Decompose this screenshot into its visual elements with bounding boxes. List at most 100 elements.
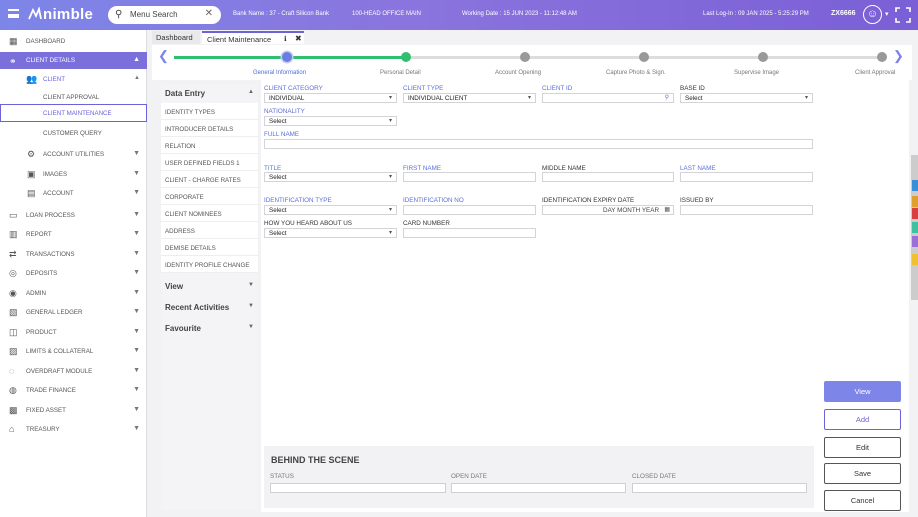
last-name-input[interactable] [680, 172, 813, 182]
sidebar-item-report[interactable]: ▥ REPORT ▼ [0, 225, 147, 244]
menu-icon[interactable] [8, 9, 19, 18]
user-code[interactable]: ZX6666 [831, 10, 856, 17]
panel-item-demise-details[interactable]: DEMISE DETAILS [161, 239, 258, 256]
data-entry-header[interactable]: Data Entry ▲ [161, 84, 258, 102]
side-tab-yellow[interactable] [912, 254, 918, 265]
sidebar-item-trade-finance[interactable]: ◍ TRADE FINANCE ▼ [0, 381, 147, 400]
title-select[interactable]: Select ▾ [264, 172, 397, 182]
sidebar-item-account-utilities[interactable]: ⚙ ACCOUNT UTILITIES ▼ [0, 145, 147, 164]
step-label[interactable]: Supervise Image [734, 70, 779, 76]
sidebar-item-account[interactable]: ▤ ACCOUNT ▼ [0, 184, 147, 203]
step-dot-personal-detail[interactable] [401, 52, 411, 62]
client-category-select[interactable]: INDIVIDUAL ▾ [264, 93, 397, 103]
sidebar-item-label: LIMITS & COLLATERAL [26, 348, 94, 355]
sidebar-item-client[interactable]: 👥 CLIENT ▲ [0, 70, 147, 89]
recent-activities-header[interactable]: Recent Activities ▼ [161, 298, 258, 316]
step-dot-general-information[interactable] [282, 52, 292, 62]
nationality-label: NATIONALITY [264, 108, 305, 115]
sidebar-item-client-maintenance[interactable]: CLIENT MAINTENANCE [0, 104, 147, 122]
step-dot-capture-photo[interactable] [639, 52, 649, 62]
sidebar-item-dashboard[interactable]: ▦ DASHBOARD [0, 32, 147, 51]
card-number-input[interactable] [403, 228, 536, 238]
tab-client-maintenance[interactable]: Client Maintenance ℹ ✖ [202, 31, 304, 44]
issued-by-label: ISSUED BY [680, 197, 714, 204]
step-dot-client-approval[interactable] [877, 52, 887, 62]
sidebar-item-deposits[interactable]: ◎ DEPOSITS ▼ [0, 264, 147, 283]
clear-search-icon[interactable]: ✕ [205, 8, 213, 19]
save-button[interactable]: Save [824, 463, 901, 484]
sidebar-item-customer-query[interactable]: CUSTOMER QUERY [0, 124, 147, 143]
chevron-up-icon: ▲ [134, 75, 140, 81]
step-dot-account-opening[interactable] [520, 52, 530, 62]
search-input[interactable]: Menu Search [130, 10, 178, 19]
sidebar-item-label: REPORT [26, 231, 52, 238]
full-name-input[interactable] [264, 139, 813, 149]
panel-item-introducer-details[interactable]: INTRODUCER DETAILS [161, 120, 258, 137]
user-avatar-icon[interactable]: ☺ [863, 5, 882, 24]
panel-item-identity-profile-change[interactable]: IDENTITY PROFILE CHANGE [161, 256, 258, 273]
identification-type-select[interactable]: Select ▾ [264, 205, 397, 215]
panel-item-user-defined-fields[interactable]: USER DEFINED FIELDS 1 [161, 154, 258, 171]
sidebar-item-product[interactable]: ◫ PRODUCT ▼ [0, 323, 147, 342]
step-label[interactable]: Capture Photo & Sign. [606, 70, 666, 76]
view-header[interactable]: View ▼ [161, 277, 258, 295]
search-icon[interactable]: ⚲ [665, 94, 669, 101]
view-button[interactable]: View [824, 381, 901, 402]
close-tab-icon[interactable]: ✖ [295, 34, 302, 43]
sidebar-item-admin[interactable]: ◉ ADMIN ▼ [0, 284, 147, 303]
edit-button[interactable]: Edit [824, 437, 901, 458]
nationality-select[interactable]: Select ▾ [264, 116, 397, 126]
favourite-header[interactable]: Favourite ▼ [161, 319, 258, 337]
sidebar-item-client-details[interactable]: ⚭ CLIENT DETAILS ▲ [0, 52, 147, 69]
step-label[interactable]: Client Approval [855, 70, 895, 76]
first-name-input[interactable] [403, 172, 536, 182]
add-button[interactable]: Add [824, 409, 901, 430]
how-heard-select[interactable]: Select ▾ [264, 228, 397, 238]
panel-item-identity-types[interactable]: IDENTITY TYPES [161, 103, 258, 120]
sidebar-item-fixed-asset[interactable]: ▩ FIXED ASSET ▼ [0, 401, 147, 420]
calendar-icon[interactable]: ▦ [664, 206, 670, 213]
panel-item-corporate[interactable]: CORPORATE [161, 188, 258, 205]
logo[interactable]: nimble [28, 6, 93, 23]
menu-search[interactable]: ⚲ Menu Search ✕ [108, 6, 221, 24]
step-label[interactable]: Personal Detail [380, 70, 421, 76]
step-label[interactable]: General Information [253, 70, 306, 76]
identification-expiry-label: IDENTIFICATION EXPIRY DATE [542, 197, 635, 204]
identification-expiry-date[interactable]: DAY MONTH YEAR ▦ [542, 205, 674, 215]
issued-by-input[interactable] [680, 205, 813, 215]
step-dot-supervise-image[interactable] [758, 52, 768, 62]
client-type-select[interactable]: INDIVIDUAL CLIENT ▾ [403, 93, 536, 103]
panel-item-client-nominees[interactable]: CLIENT NOMINEES [161, 205, 258, 222]
panel-item-relation[interactable]: RELATION [161, 137, 258, 154]
panel-item-address[interactable]: ADDRESS [161, 222, 258, 239]
cancel-button[interactable]: Cancel [824, 490, 901, 511]
sidebar-item-treasury[interactable]: ⌂ TREASURY ▼ [0, 420, 147, 439]
side-tab-purple[interactable] [912, 236, 918, 247]
identification-no-input[interactable] [403, 205, 536, 215]
sidebar-item-overdraft-module[interactable]: ◌ OVERDRAFT MODULE ▼ [0, 362, 147, 381]
stepper-next-icon[interactable]: ❯ [893, 48, 904, 64]
sidebar-item-label: GENERAL LEDGER [26, 309, 83, 316]
info-icon[interactable]: ℹ [284, 35, 287, 43]
base-id-select[interactable]: Select ▾ [680, 93, 813, 103]
user-dropdown-icon[interactable]: ▾ [885, 10, 889, 18]
step-label[interactable]: Account Opening [495, 70, 541, 76]
side-tab-blue[interactable] [912, 180, 918, 191]
side-tab-orange[interactable] [912, 196, 918, 207]
tab-dashboard[interactable]: Dashboard [152, 31, 200, 44]
chevron-down-icon: ▼ [133, 425, 140, 432]
sidebar-item-images[interactable]: ▣ IMAGES ▼ [0, 165, 147, 184]
sidebar-item-limits-collateral[interactable]: ▨ LIMITS & COLLATERAL ▼ [0, 342, 147, 361]
fullscreen-icon[interactable] [894, 6, 912, 24]
side-tab-teal[interactable] [912, 222, 918, 233]
client-id-input[interactable]: ⚲ [542, 93, 674, 103]
stepper-prev-icon[interactable]: ❮ [158, 48, 169, 64]
side-tab-red[interactable] [912, 208, 918, 219]
sidebar-item-general-ledger[interactable]: ▧ GENERAL LEDGER ▼ [0, 303, 147, 322]
bank-name: Bank Name : 37 - Craft Silicon Bank [233, 11, 330, 17]
sidebar-item-loan-process[interactable]: ▭ LOAN PROCESS ▼ [0, 206, 147, 225]
middle-name-input[interactable] [542, 172, 674, 182]
chevron-down-icon: ▼ [133, 170, 140, 177]
sidebar-item-transactions[interactable]: ⇄ TRANSACTIONS ▼ [0, 245, 147, 264]
panel-item-charge-rates[interactable]: CLIENT - CHARGE RATES [161, 171, 258, 188]
